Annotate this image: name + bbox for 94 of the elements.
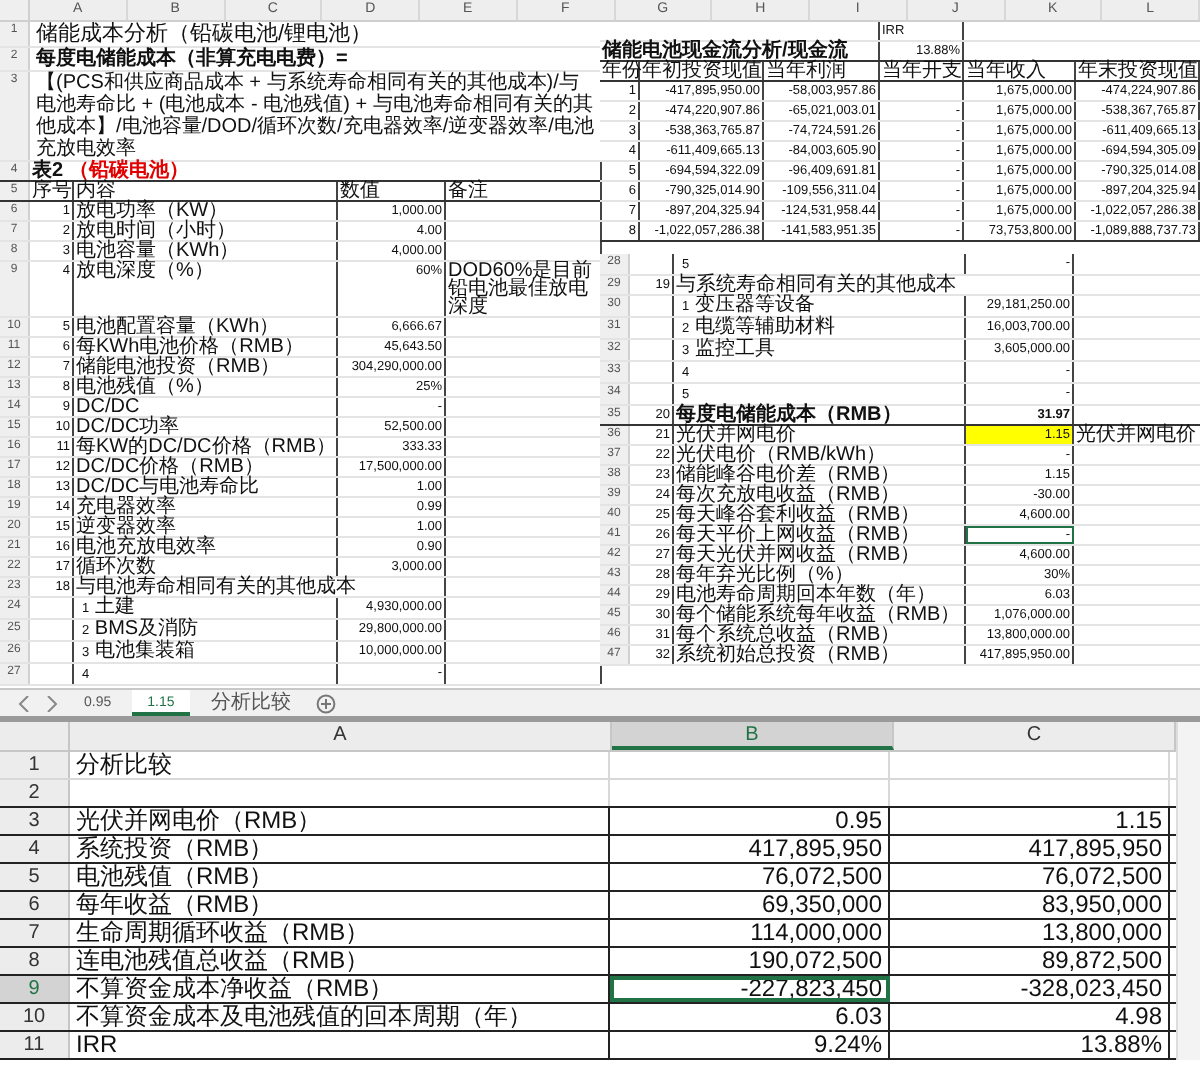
column-header: 当年利润 [764,62,880,80]
table-cell: -227,823,450 [610,976,890,1002]
column-header: 当年开支 [880,62,964,80]
table-cell: 83,950,000 [890,892,1170,918]
item-label: 变压器等设备 [692,294,815,316]
sheet-title: 储能成本分析（铅碳电池/锂电池） [34,22,375,46]
table-cell: 系统初始总投资（RMB） [674,646,966,664]
row-number: 11 [0,1032,70,1058]
table-cell: 4.98 [890,1004,1170,1030]
table-cell: 417,895,950 [890,836,1170,862]
table-cell: 电池残值（RMB） [70,864,610,890]
row-number: 7 [0,920,70,946]
row-number: 8 [0,948,70,974]
table-cell: DC/DC [74,398,338,416]
table-cell: DC/DC价格（RMB） [74,458,338,476]
table-cell: 76,072,500 [890,864,1170,890]
table-cell: 13,800,000 [890,920,1170,946]
table-cell: 每天峰谷套利收益（RMB） [674,506,966,524]
table-cell: 电池充放电效率 [74,538,338,556]
table-cell: 每度电储能成本（RMB） [674,406,966,424]
item-label: 土建 [92,596,135,618]
table-cell: 69,350,000 [610,892,890,918]
table-cell: 光伏并网电价 [1074,426,1200,444]
table-cell: 光伏电价（RMB/kWh） [674,446,966,464]
table-cell: 光伏并网电价（RMB） [70,808,610,834]
sheet-subtitle: 每度电储能成本（非算充电电费）= [34,48,350,70]
item-label: 电缆等辅助材料 [692,316,835,338]
table-cell: 分析比较 [70,752,610,778]
table-cell: 每个储能系统每年收益（RMB） [674,606,966,624]
table-cell: 每个系统总收益（RMB） [674,626,966,644]
item-label: 监控工具 [692,338,775,360]
table-cell: 不算资金成本及电池残值的回本周期（年） [70,1004,610,1030]
item-label: 电池集装箱 [92,640,195,662]
sheet-tab[interactable]: 分析比较 [194,690,307,716]
table-cell: 生命周期循环收益（RMB） [70,920,610,946]
table-cell: 13.88% [890,1032,1170,1058]
column-header: 当年收入 [964,62,1076,80]
table-cell: 89,872,500 [890,948,1170,974]
table-label: 表2 [32,160,64,182]
row-number: 9 [0,976,70,1002]
table-cell: 放电时间（小时） [74,222,338,240]
table-cell: 不算资金成本净收益（RMB） [70,976,610,1002]
table-cell: 与电池寿命相同有关的其他成本 [74,578,446,596]
column-header: 数值 [338,182,446,200]
table-cell: 每天光伏并网收益（RMB） [674,546,966,564]
formula-text: 【(PCS和供应商品成本 + 与系统寿命相同有关的其他成本)/与电池寿命比 + (电池成本 - 电池残值) + 与电池寿命相同有关的其他成本】/电池容量/DOD/循环次数/充电器效率/逆变器效率/电池充放电效率 [36,72,596,160]
table-note: （铅碳电池） [68,160,189,182]
table-cell: 6.03 [610,1004,890,1030]
table-cell: 76,072,500 [610,864,890,890]
table-cell: 每次充放电收益（RMB） [674,486,966,504]
table-cell: 储能峰谷电价差（RMB） [674,466,966,484]
table-cell: 电池寿命周期回本年数（年） [674,586,966,604]
table-cell: 417,895,950 [610,836,890,862]
table-cell: 循环次数 [74,558,338,576]
table-cell: DC/DC与电池寿命比 [74,478,338,496]
table-cell: 电池容量（KWh） [74,242,338,260]
column-header: 年初投资现值 [640,62,764,80]
row-number: 6 [0,892,70,918]
table-cell: 每天平价上网收益（RMB） [674,526,966,544]
table-cell: 9.24% [610,1032,890,1058]
table-cell: 114,000,000 [610,920,890,946]
table-cell: 储能电池投资（RMB） [74,358,338,376]
table-cell: 0.95 [610,808,890,834]
row-number: 3 [0,808,70,834]
table-cell: 放电功率（KW） [74,202,338,220]
table-cell: DC/DC功率 [74,418,338,436]
table-cell: 充电器效率 [74,498,338,516]
table-cell: 逆变器效率 [74,518,338,536]
column-header: 内容 [74,182,338,200]
table-cell: 放电深度（%） [74,262,338,316]
column-header[interactable]: B [612,722,894,750]
table-cell: 1.15 [890,808,1170,834]
table-cell: 连电池残值总收益（RMB） [70,948,610,974]
table-cell: 每年弃光比例（%） [674,566,966,584]
table-cell: IRR [70,1032,610,1058]
item-label: BMS及消防 [92,618,199,640]
table-title: 储能电池现金流分析/现金流 [600,42,880,60]
table-cell: 与系统寿命相同有关的其他成本 [674,276,1074,294]
row-number: 1 [0,752,70,778]
table-cell: 电池残值（%） [74,378,338,396]
table-cell: 电池配置容量（KWh） [74,318,338,336]
table-cell: -328,023,450 [890,976,1170,1002]
table-cell: 每年收益（RMB） [70,892,610,918]
table-cell: 系统投资（RMB） [70,836,610,862]
row-number: 4 [0,836,70,862]
column-header: 备注 [446,182,602,200]
table-cell: 每KWh电池价格（RMB） [74,338,338,356]
row-number: 2 [0,780,70,806]
table-cell: 190,072,500 [610,948,890,974]
column-header: 序号 [30,182,74,200]
column-header: 年末投资现值 [1076,62,1200,80]
row-number: 5 [0,864,70,890]
table-cell: 每KW的DC/DC价格（RMB） [74,438,338,456]
row-number: 10 [0,1004,70,1030]
